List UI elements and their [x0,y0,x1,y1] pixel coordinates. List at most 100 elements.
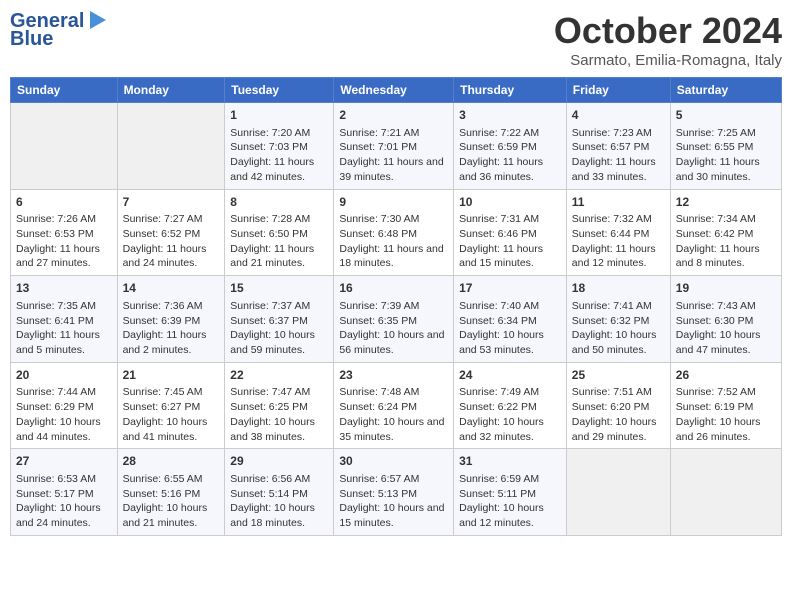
day-info: Sunrise: 7:44 AMSunset: 6:29 PMDaylight:… [16,386,101,442]
day-info: Sunrise: 7:43 AMSunset: 6:30 PMDaylight:… [676,300,761,356]
calendar-header-row: SundayMondayTuesdayWednesdayThursdayFrid… [11,78,782,103]
day-number: 1 [230,107,328,124]
calendar-day-cell: 2 Sunrise: 7:21 AMSunset: 7:01 PMDaylight… [334,103,454,190]
day-info: Sunrise: 6:56 AMSunset: 5:14 PMDaylight:… [230,473,315,529]
day-info: Sunrise: 7:31 AMSunset: 6:46 PMDaylight:… [459,213,543,269]
day-number: 8 [230,194,328,211]
day-info: Sunrise: 7:37 AMSunset: 6:37 PMDaylight:… [230,300,315,356]
calendar-body: 1 Sunrise: 7:20 AMSunset: 7:03 PMDaylight… [11,103,782,536]
day-number: 9 [339,194,448,211]
page-header: General Blue October 2024 Sarmato, Emili… [10,10,782,69]
calendar-week-row: 1 Sunrise: 7:20 AMSunset: 7:03 PMDaylight… [11,103,782,190]
day-info: Sunrise: 7:21 AMSunset: 7:01 PMDaylight:… [339,127,443,183]
calendar-week-row: 27 Sunrise: 6:53 AMSunset: 5:17 PMDayligh… [11,449,782,536]
day-of-week-header: Wednesday [334,78,454,103]
calendar-day-cell: 13Sunrise: 7:35 AMSunset: 6:41 PMDayligh… [11,276,118,363]
day-number: 26 [676,367,776,384]
location: Sarmato, Emilia-Romagna, Italy [554,52,782,69]
day-of-week-header: Thursday [454,78,567,103]
day-info: Sunrise: 7:45 AMSunset: 6:27 PMDaylight:… [123,386,208,442]
day-info: Sunrise: 7:49 AMSunset: 6:22 PMDaylight:… [459,386,544,442]
calendar-day-cell: 5 Sunrise: 7:25 AMSunset: 6:55 PMDaylight… [670,103,781,190]
calendar-day-cell: 30Sunrise: 6:57 AMSunset: 5:13 PMDayligh… [334,449,454,536]
day-info: Sunrise: 7:34 AMSunset: 6:42 PMDaylight:… [676,213,760,269]
calendar-day-cell [670,449,781,536]
day-number: 12 [676,194,776,211]
day-number: 29 [230,453,328,470]
day-info: Sunrise: 6:53 AMSunset: 5:17 PMDaylight:… [16,473,101,529]
calendar-day-cell: 16 Sunrise: 7:39 AMSunset: 6:35 PMDayligh… [334,276,454,363]
day-number: 19 [676,280,776,297]
day-of-week-header: Friday [566,78,670,103]
day-number: 7 [123,194,220,211]
day-info: Sunrise: 6:57 AMSunset: 5:13 PMDaylight:… [339,473,444,529]
day-of-week-header: Saturday [670,78,781,103]
day-info: Sunrise: 7:41 AMSunset: 6:32 PMDaylight:… [572,300,657,356]
day-info: Sunrise: 7:25 AMSunset: 6:55 PMDaylight:… [676,127,760,183]
day-info: Sunrise: 7:39 AMSunset: 6:35 PMDaylight:… [339,300,444,356]
day-number: 21 [123,367,220,384]
day-number: 28 [123,453,220,470]
calendar-day-cell: 18 Sunrise: 7:41 AMSunset: 6:32 PMDayligh… [566,276,670,363]
day-number: 31 [459,453,561,470]
day-info: Sunrise: 7:22 AMSunset: 6:59 PMDaylight:… [459,127,543,183]
calendar-day-cell: 9Sunrise: 7:30 AMSunset: 6:48 PMDaylight… [334,189,454,276]
calendar-day-cell [566,449,670,536]
day-number: 25 [572,367,665,384]
calendar-day-cell: 24 Sunrise: 7:49 AMSunset: 6:22 PMDayligh… [454,362,567,449]
calendar-day-cell: 10 Sunrise: 7:31 AMSunset: 6:46 PMDayligh… [454,189,567,276]
day-number: 4 [572,107,665,124]
month-title: October 2024 [554,10,782,52]
day-info: Sunrise: 7:51 AMSunset: 6:20 PMDaylight:… [572,386,657,442]
calendar-day-cell: 31 Sunrise: 6:59 AMSunset: 5:11 PMDayligh… [454,449,567,536]
calendar-week-row: 13Sunrise: 7:35 AMSunset: 6:41 PMDayligh… [11,276,782,363]
calendar-week-row: 6 Sunrise: 7:26 AMSunset: 6:53 PMDaylight… [11,189,782,276]
calendar-day-cell: 1 Sunrise: 7:20 AMSunset: 7:03 PMDaylight… [225,103,334,190]
day-info: Sunrise: 7:52 AMSunset: 6:19 PMDaylight:… [676,386,761,442]
day-number: 5 [676,107,776,124]
day-number: 6 [16,194,112,211]
day-info: Sunrise: 6:59 AMSunset: 5:11 PMDaylight:… [459,473,544,529]
day-info: Sunrise: 7:48 AMSunset: 6:24 PMDaylight:… [339,386,444,442]
day-info: Sunrise: 6:55 AMSunset: 5:16 PMDaylight:… [123,473,208,529]
calendar-day-cell: 23 Sunrise: 7:48 AMSunset: 6:24 PMDayligh… [334,362,454,449]
day-info: Sunrise: 7:28 AMSunset: 6:50 PMDaylight:… [230,213,314,269]
calendar-week-row: 20 Sunrise: 7:44 AMSunset: 6:29 PMDayligh… [11,362,782,449]
day-number: 18 [572,280,665,297]
calendar-day-cell: 26 Sunrise: 7:52 AMSunset: 6:19 PMDayligh… [670,362,781,449]
day-of-week-header: Tuesday [225,78,334,103]
logo-blue: Blue [10,28,108,50]
calendar-day-cell: 29 Sunrise: 6:56 AMSunset: 5:14 PMDayligh… [225,449,334,536]
day-number: 17 [459,280,561,297]
day-number: 23 [339,367,448,384]
calendar-day-cell: 15Sunrise: 7:37 AMSunset: 6:37 PMDayligh… [225,276,334,363]
day-of-week-header: Sunday [11,78,118,103]
logo: General Blue [10,10,108,50]
day-number: 2 [339,107,448,124]
day-of-week-header: Monday [117,78,225,103]
day-info: Sunrise: 7:26 AMSunset: 6:53 PMDaylight:… [16,213,100,269]
calendar-day-cell: 17 Sunrise: 7:40 AMSunset: 6:34 PMDayligh… [454,276,567,363]
day-number: 3 [459,107,561,124]
calendar-day-cell: 7Sunrise: 7:27 AMSunset: 6:52 PMDaylight… [117,189,225,276]
calendar-day-cell: 14Sunrise: 7:36 AMSunset: 6:39 PMDayligh… [117,276,225,363]
calendar-day-cell: 12 Sunrise: 7:34 AMSunset: 6:42 PMDayligh… [670,189,781,276]
calendar-day-cell: 4 Sunrise: 7:23 AMSunset: 6:57 PMDaylight… [566,103,670,190]
day-info: Sunrise: 7:20 AMSunset: 7:03 PMDaylight:… [230,127,314,183]
day-number: 14 [123,280,220,297]
day-info: Sunrise: 7:23 AMSunset: 6:57 PMDaylight:… [572,127,656,183]
calendar-day-cell: 19 Sunrise: 7:43 AMSunset: 6:30 PMDayligh… [670,276,781,363]
day-number: 10 [459,194,561,211]
calendar-day-cell: 21 Sunrise: 7:45 AMSunset: 6:27 PMDayligh… [117,362,225,449]
day-number: 16 [339,280,448,297]
day-number: 24 [459,367,561,384]
day-number: 20 [16,367,112,384]
calendar-day-cell: 20 Sunrise: 7:44 AMSunset: 6:29 PMDayligh… [11,362,118,449]
day-info: Sunrise: 7:35 AMSunset: 6:41 PMDaylight:… [16,300,100,356]
day-info: Sunrise: 7:40 AMSunset: 6:34 PMDaylight:… [459,300,544,356]
day-info: Sunrise: 7:32 AMSunset: 6:44 PMDaylight:… [572,213,656,269]
day-number: 22 [230,367,328,384]
day-number: 27 [16,453,112,470]
day-number: 11 [572,194,665,211]
calendar-day-cell: 27 Sunrise: 6:53 AMSunset: 5:17 PMDayligh… [11,449,118,536]
